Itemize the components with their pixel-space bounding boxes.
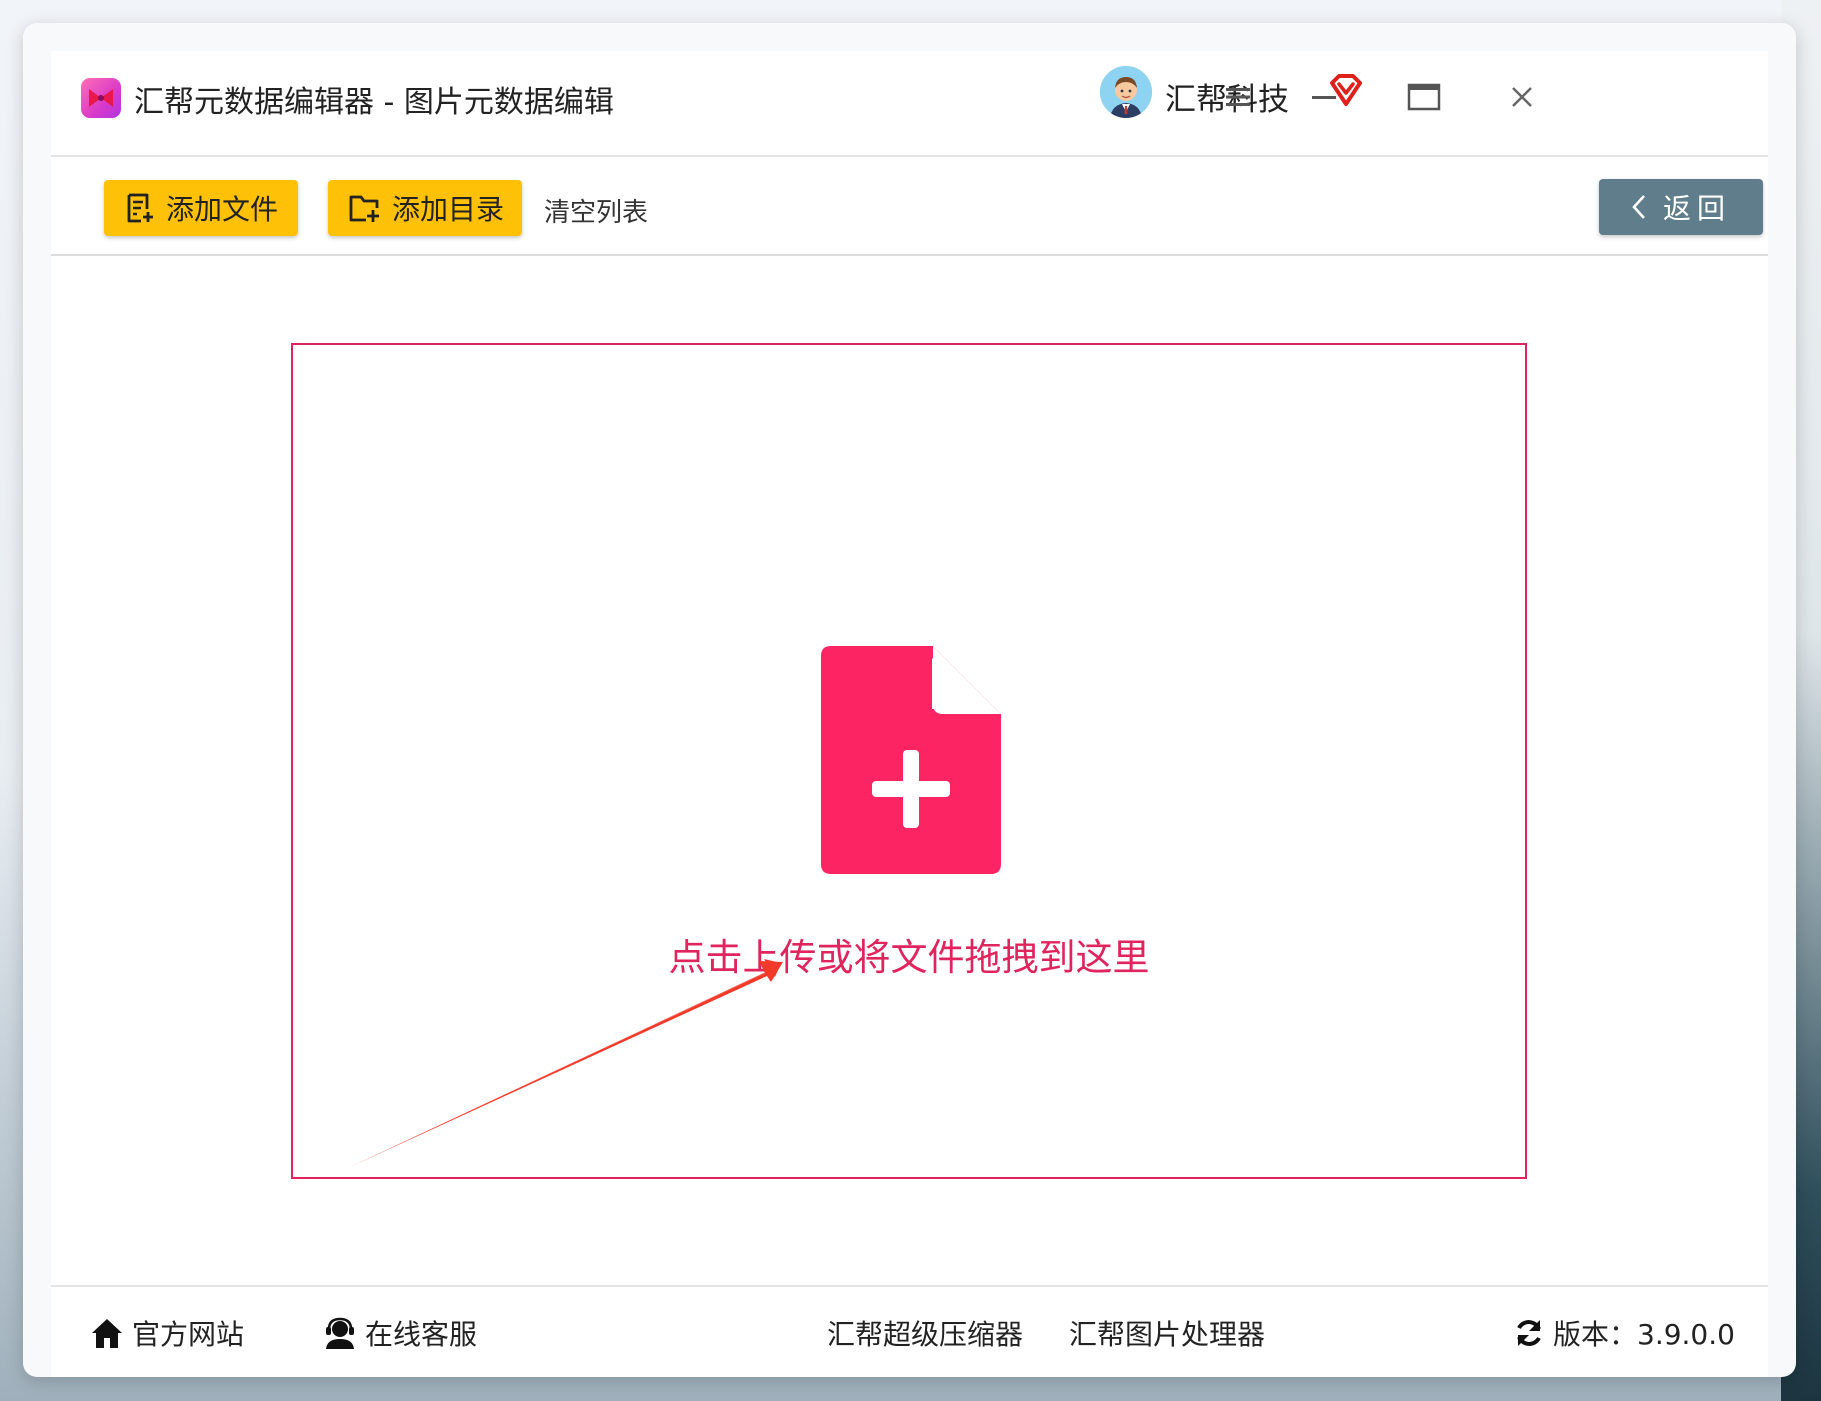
maximize-button[interactable]	[1404, 77, 1444, 117]
add-file-button[interactable]: 添加文件	[104, 180, 298, 236]
footer: 官方网站 在线客服 汇帮超级压缩器 汇帮图片处理器 版本：3.9.0.0	[51, 1287, 1768, 1377]
official-website-label: 官方网站	[132, 1318, 245, 1351]
window-content: 汇帮元数据编辑器 - 图片元数据编辑 汇帮科技 添加文件 添加目录 清空列表 返…	[51, 51, 1768, 1377]
menu-icon	[1226, 88, 1250, 106]
minimize-button[interactable]	[1304, 77, 1344, 117]
title-bar: 汇帮元数据编辑器 - 图片元数据编辑 汇帮科技	[51, 51, 1768, 156]
add-file-label: 添加文件	[166, 193, 279, 226]
minimize-icon	[1312, 96, 1336, 99]
version-label: 版本：3.9.0.0	[1553, 1318, 1735, 1351]
refresh-icon	[1517, 1320, 1541, 1346]
maximize-icon	[1407, 83, 1441, 111]
back-label: 返回	[1662, 192, 1731, 225]
compressor-link[interactable]: 汇帮超级压缩器	[827, 1313, 1023, 1353]
version-info[interactable]: 版本：3.9.0.0	[1513, 1313, 1735, 1353]
drop-hint-text: 点击上传或将文件拖拽到这里	[668, 936, 1150, 979]
home-icon	[92, 1319, 122, 1348]
back-button[interactable]: 返回	[1599, 179, 1763, 235]
avatar[interactable]	[1100, 66, 1152, 118]
toolbar: 添加文件 添加目录 清空列表 返回	[51, 157, 1768, 254]
toolbar-divider	[51, 254, 1768, 256]
app-logo-icon	[81, 78, 121, 118]
add-folder-icon	[349, 195, 379, 222]
add-directory-button[interactable]: 添加目录	[328, 180, 522, 236]
clear-list-button[interactable]: 清空列表	[544, 192, 648, 229]
chevron-left-icon	[1632, 195, 1645, 219]
add-file-icon	[127, 193, 153, 223]
app-window: 汇帮元数据编辑器 - 图片元数据编辑 汇帮科技 添加文件 添加目录 清空列表 返…	[23, 23, 1796, 1377]
support-agent-icon	[326, 1317, 354, 1349]
online-support-label: 在线客服	[365, 1318, 478, 1351]
add-directory-label: 添加目录	[392, 193, 505, 226]
official-website-link[interactable]: 官方网站	[90, 1313, 244, 1353]
file-drop-zone[interactable]: 点击上传或将文件拖拽到这里	[291, 343, 1527, 1179]
close-icon	[1512, 87, 1532, 107]
app-title: 汇帮元数据编辑器 - 图片元数据编辑	[134, 85, 614, 120]
online-support-link[interactable]: 在线客服	[323, 1313, 477, 1353]
file-plus-icon	[821, 646, 1001, 874]
menu-button[interactable]	[1218, 77, 1258, 117]
image-processor-link[interactable]: 汇帮图片处理器	[1069, 1313, 1265, 1353]
close-button[interactable]	[1502, 77, 1542, 117]
